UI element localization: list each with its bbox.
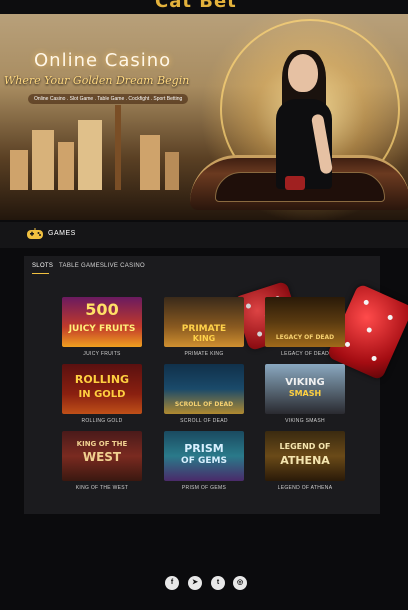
game-thumbnail[interactable]: ROLLING IN GOLD <box>62 364 142 414</box>
game-caption: SCROLL OF DEAD <box>180 418 228 424</box>
game-card-legend-of-athena[interactable]: LEGEND OF ATHENA LEGEND OF ATHENA <box>265 431 345 491</box>
page: Cat Bet Online Casino Where Your Golden … <box>0 0 408 610</box>
telegram-icon[interactable]: ➤ <box>188 576 202 590</box>
dealer-illustration <box>270 50 340 204</box>
game-caption: LEGACY OF DEAD <box>280 351 329 357</box>
twitter-icon[interactable]: t <box>211 576 225 590</box>
game-card-king-of-the-west[interactable]: KING OF THE WEST KING OF THE WEST <box>62 431 142 491</box>
game-thumbnail[interactable]: PRISM OF GEMS <box>164 431 244 481</box>
active-tab-indicator <box>32 273 49 274</box>
tab-live-casino[interactable]: LIVE CASINO <box>104 263 145 269</box>
instagram-icon[interactable]: ◎ <box>233 576 247 590</box>
hero-title: Online Casino <box>34 50 172 71</box>
tab-slots[interactable]: SLOTS <box>32 263 53 269</box>
game-caption: ROLLING GOLD <box>81 418 123 424</box>
game-card-viking-smash[interactable]: VIKING SMASH VIKING SMASH <box>265 364 345 424</box>
game-thumbnail[interactable]: PRIMATE KING <box>164 297 244 347</box>
game-card-scroll-of-dead[interactable]: SCROLL OF DEAD SCROLL OF DEAD <box>164 364 244 424</box>
facebook-icon[interactable]: f <box>165 576 179 590</box>
site-logo[interactable]: Cat Bet <box>155 0 237 12</box>
games-section-label: GAMES <box>48 230 76 237</box>
game-caption: JUICY FRUITS <box>83 351 121 357</box>
game-thumbnail[interactable]: LEGEND OF ATHENA <box>265 431 345 481</box>
game-thumbnail[interactable]: VIKING SMASH <box>265 364 345 414</box>
game-card-primate-king[interactable]: PRIMATE KING PRIMATE KING <box>164 297 244 357</box>
game-caption: PRISM OF GEMS <box>181 485 227 491</box>
hero-tagline: Where Your Golden Dream Begin <box>4 74 190 87</box>
city-skyline-illustration <box>0 100 200 190</box>
game-thumbnail[interactable]: LEGACY OF DEAD <box>265 297 345 347</box>
game-card-juicy-fruits[interactable]: 500 JUICY FRUITS JUICY FRUITS <box>62 297 142 357</box>
game-card-rolling-gold[interactable]: ROLLING IN GOLD ROLLING GOLD <box>62 364 142 424</box>
game-caption: PRIMATE KING <box>184 351 224 357</box>
games-section-header: GAMES <box>0 222 408 248</box>
hero-subline: Online Casino . Slot Game . Table Game .… <box>28 94 189 104</box>
game-card-prism-of-gems[interactable]: PRISM OF GEMS PRISM OF GEMS <box>164 431 244 491</box>
game-thumbnail[interactable]: 500 JUICY FRUITS <box>62 297 142 347</box>
game-thumbnail[interactable]: SCROLL OF DEAD <box>164 364 244 414</box>
hero-banner[interactable]: Online Casino Where Your Golden Dream Be… <box>0 14 408 220</box>
game-caption: LEGEND OF ATHENA <box>277 485 333 491</box>
game-card-legacy-of-dead[interactable]: LEGACY OF DEAD LEGACY OF DEAD <box>265 297 345 357</box>
top-header: Cat Bet <box>0 0 408 14</box>
casino-chips <box>285 176 305 190</box>
game-caption: KING OF THE WEST <box>75 485 129 491</box>
gamepad-icon <box>27 228 43 239</box>
game-caption: VIKING SMASH <box>285 418 325 424</box>
tab-table-games[interactable]: TABLE GAMES <box>59 263 104 269</box>
game-thumbnail[interactable]: KING OF THE WEST <box>62 431 142 481</box>
